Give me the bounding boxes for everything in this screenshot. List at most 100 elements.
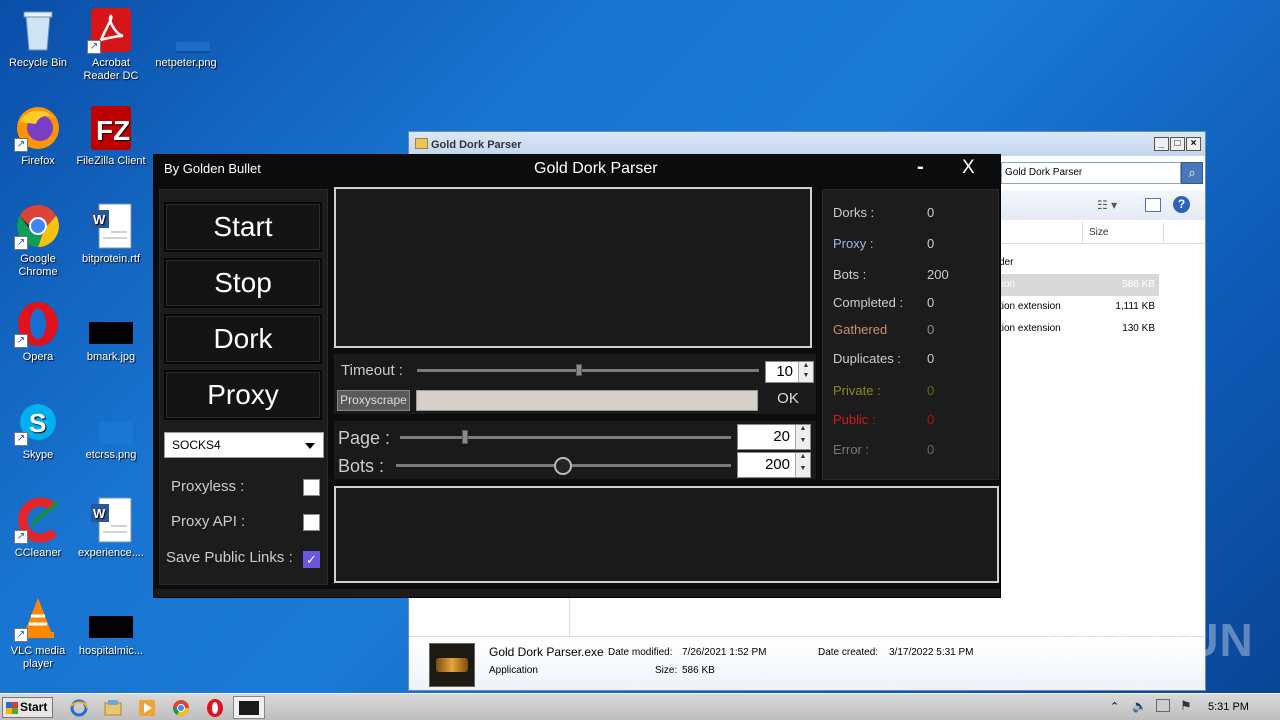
page-stepper[interactable]: 20 ▲ ▼ — [737, 424, 811, 450]
media-player-icon[interactable] — [137, 698, 157, 718]
clock[interactable]: 5:31 PM — [1208, 701, 1249, 713]
spin-down-icon[interactable]: ▼ — [798, 372, 813, 382]
gold-dork-parser-task[interactable] — [233, 696, 265, 719]
timeout-panel: Timeout : 10 ▲ ▼ Proxyscrape OK — [334, 354, 816, 414]
file-list: der tion 586 KB tion extension 1,111 KB ti… — [999, 252, 1159, 340]
proxy-button[interactable]: Proxy — [164, 370, 322, 420]
desktop-icon-experience[interactable]: W experience.... — [73, 496, 149, 560]
chrome-taskbar-icon[interactable] — [171, 698, 191, 718]
opera-taskbar-icon[interactable] — [205, 698, 225, 718]
chrome-icon: ↗ — [14, 202, 62, 250]
dorks-textarea[interactable] — [334, 187, 812, 348]
minimize-button[interactable]: - — [917, 156, 924, 179]
close-button[interactable]: × — [1186, 137, 1201, 151]
start-button[interactable]: Start — [2, 697, 53, 718]
spin-down-icon[interactable]: ▼ — [795, 437, 810, 449]
filezilla-icon: FZ — [87, 104, 135, 152]
save-public-links-label: Save Public Links : — [166, 549, 293, 566]
spin-up-icon[interactable]: ▲ — [798, 362, 813, 372]
list-item[interactable]: der — [999, 252, 1159, 274]
desktop-icon-label: etcrss.png — [85, 449, 137, 461]
search-icon[interactable]: ⌕ — [1181, 162, 1203, 184]
svg-text:W: W — [93, 212, 106, 227]
desktop-icon-label: hospitalmic... — [78, 645, 144, 657]
desktop-icon-acrobat[interactable]: ↗ Acrobat Reader DC — [73, 6, 149, 83]
image-file-icon — [87, 300, 135, 348]
desktop-icon-opera[interactable]: ↗ Opera — [0, 300, 76, 364]
desktop-icon-firefox[interactable]: ↗ Firefox — [0, 104, 76, 168]
desktop-icon-vlc[interactable]: ↗ VLC media player — [0, 594, 76, 671]
action-center-flag-icon[interactable]: ⚑ — [1180, 698, 1192, 714]
start-button[interactable]: Start — [164, 202, 322, 252]
maximize-button[interactable]: □ — [1170, 137, 1185, 151]
proxyscrape-field[interactable] — [416, 390, 758, 411]
desktop-icon-bitprotein[interactable]: W bitprotein.rtf — [73, 202, 149, 266]
windows-logo-icon — [6, 702, 18, 714]
desktop-icon-bmark[interactable]: bmark.jpg — [73, 300, 149, 364]
ie-icon[interactable] — [69, 698, 89, 718]
tray-expand-icon[interactable]: ⌃ — [1110, 700, 1119, 713]
desktop-icon-netpeter[interactable]: netpeter.png — [148, 6, 224, 70]
recycle-bin-icon — [14, 6, 62, 54]
list-item[interactable]: tion 586 KB — [999, 274, 1159, 296]
duplicates-count: 0 — [927, 351, 935, 366]
private-label: Private : — [833, 383, 881, 398]
modified-value: 7/26/2021 1:52 PM — [682, 647, 767, 658]
close-button[interactable]: X — [962, 157, 975, 179]
log-textarea[interactable] — [334, 486, 999, 583]
view-options-icon[interactable]: ☷ ▾ — [1097, 198, 1117, 212]
proxyless-checkbox[interactable] — [303, 479, 320, 496]
svg-text:W: W — [93, 506, 106, 521]
gdp-titlebar[interactable]: By Golden Bullet Gold Dork Parser - X — [154, 155, 1000, 183]
proxy-label: Proxy : — [833, 236, 874, 251]
search-input[interactable]: Gold Dork Parser — [1001, 162, 1181, 184]
page-slider-track[interactable] — [400, 436, 731, 439]
explorer-title: Gold Dork Parser — [431, 139, 522, 151]
bots-slider-thumb[interactable] — [554, 457, 572, 475]
skype-icon: S ↗ — [14, 398, 62, 446]
minimize-button[interactable]: _ — [1154, 137, 1169, 151]
proxy-api-checkbox[interactable] — [303, 514, 320, 531]
save-public-links-checkbox[interactable]: ✓ — [303, 551, 320, 568]
speaker-icon[interactable]: 🔈 — [1132, 699, 1147, 713]
desktop-icon-label: bmark.jpg — [86, 351, 136, 363]
stop-button[interactable]: Stop — [164, 258, 322, 308]
desktop-icon-chrome[interactable]: ↗ Google Chrome — [0, 202, 76, 279]
desktop-icon-hospitalmic[interactable]: hospitalmic... — [73, 594, 149, 658]
ok-button[interactable]: OK — [764, 387, 812, 411]
error-label: Error : — [833, 442, 870, 457]
desktop-icon-etcrss[interactable]: etcrss.png — [73, 398, 149, 462]
timeout-slider-thumb[interactable] — [576, 364, 582, 376]
preview-pane-icon[interactable] — [1145, 198, 1161, 212]
page-slider-thumb[interactable] — [462, 430, 468, 444]
proxy-count: 0 — [927, 236, 935, 251]
spin-up-icon[interactable]: ▲ — [795, 453, 810, 465]
public-label: Public : — [833, 412, 876, 427]
desktop-icon-skype[interactable]: S ↗ Skype — [0, 398, 76, 462]
opera-icon: ↗ — [14, 300, 62, 348]
explorer-icon[interactable] — [103, 698, 123, 718]
list-item[interactable]: tion extension 130 KB — [999, 318, 1159, 340]
desktop-icon-filezilla[interactable]: FZ FileZilla Client — [73, 104, 149, 168]
network-icon[interactable] — [1156, 699, 1170, 712]
timeout-stepper[interactable]: 10 ▲ ▼ — [765, 361, 814, 383]
spin-up-icon[interactable]: ▲ — [795, 425, 810, 437]
watermark: ANY RUN — [1038, 614, 1254, 666]
dork-button[interactable]: Dork — [164, 314, 322, 364]
column-size[interactable]: Size — [1089, 227, 1108, 238]
control-panel: Start Stop Dork Proxy SOCKS4 Proxyless :… — [159, 189, 328, 585]
bots-stepper[interactable]: 200 ▲ ▼ — [737, 452, 811, 478]
desktop-icon-ccleaner[interactable]: ↗ CCleaner — [0, 496, 76, 560]
gold-dork-parser-window[interactable]: By Golden Bullet Gold Dork Parser - X St… — [153, 154, 1001, 598]
help-icon[interactable]: ? — [1173, 196, 1190, 213]
bots-stat-label: Bots : — [833, 267, 867, 282]
proxy-type-value: SOCKS4 — [172, 438, 221, 452]
list-item[interactable]: tion extension 1,111 KB — [999, 296, 1159, 318]
proxy-type-select[interactable]: SOCKS4 — [164, 432, 324, 458]
spin-down-icon[interactable]: ▼ — [795, 465, 810, 477]
timeout-slider-track[interactable] — [417, 369, 759, 372]
desktop-icon-recycle-bin[interactable]: Recycle Bin — [0, 6, 76, 70]
explorer-titlebar[interactable]: Gold Dork Parser _ □ × — [409, 132, 1205, 156]
gathered-count: 0 — [927, 322, 935, 337]
proxyscrape-button[interactable]: Proxyscrape — [337, 390, 410, 411]
